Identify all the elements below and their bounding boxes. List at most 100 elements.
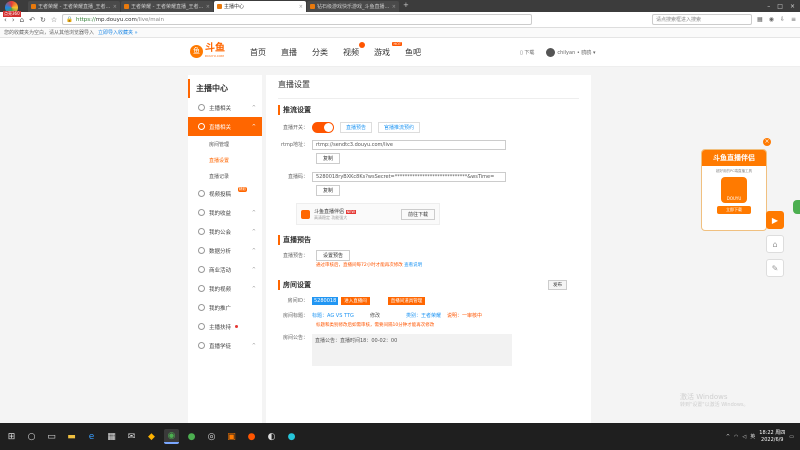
sidebar-item-video-upload[interactable]: 视频投稿 精彩 [188, 184, 262, 203]
tab-close-icon[interactable]: × [113, 4, 117, 10]
room-props-button[interactable]: 直播间道具管理 [387, 296, 426, 305]
nav-game[interactable]: 游戏 HOT [374, 42, 402, 58]
download-link[interactable]: ▯ 下载 [520, 49, 534, 56]
sidebar-item-promotion[interactable]: 我的推广 [188, 298, 262, 317]
url-input[interactable]: 🔒 https://mp.douyu.com/live/main [62, 14, 533, 25]
sidebar-item-support[interactable]: 主播扶持 [188, 317, 262, 336]
photos-icon[interactable]: ◆ [144, 429, 159, 444]
copy-rtmp-button[interactable]: 复制 [316, 153, 341, 164]
sidebar-sub-room[interactable]: 房间管理 [188, 136, 262, 152]
section-push: 推流设置 [278, 105, 579, 115]
nav-category[interactable]: 分类 [312, 47, 328, 58]
title-warning: 标题和类别修改后如需审核，需要间隔10分钟才能再次修改 [316, 323, 435, 328]
close-window-icon[interactable]: × [790, 3, 795, 10]
sidebar-title: 主播中心 [188, 79, 262, 98]
new-tab-button[interactable]: + [403, 1, 409, 12]
sidebar-item-analytics[interactable]: 数据分析 ^ [188, 241, 262, 260]
sidebar-sub-live-settings[interactable]: 直播设置 [188, 152, 262, 168]
sidebar-sub-live-records[interactable]: 直播记录 [188, 168, 262, 184]
task-view-icon[interactable]: ▭ [44, 429, 59, 444]
float-close-icon[interactable]: × [763, 138, 771, 146]
home-float-icon[interactable]: ⌂ [766, 235, 784, 253]
companion-float-card[interactable]: 斗鱼直播伴侣 超好用的PC端直播工具 DOUYU 立即下载 [701, 149, 767, 231]
tab-4[interactable]: 钻石级游戏快乐游戏_斗鱼直播... × [307, 1, 399, 12]
sidebar-item-my-video[interactable]: 我的视频 ^ [188, 279, 262, 298]
view-explanation-link[interactable]: 查看说明 [404, 263, 422, 268]
notice-field[interactable]: 直播公告：直播时间18：00-02：00 [312, 334, 512, 366]
float-download-button[interactable]: 立即下载 [717, 206, 751, 214]
extension-icon[interactable]: ▦ [757, 16, 763, 23]
browser-taskbar-icon[interactable]: ◉ [164, 429, 179, 444]
tab-2[interactable]: 王者荣耀 - 王者荣耀直播_王者... × [121, 1, 213, 12]
official-push-button[interactable]: 官播推流预约 [378, 122, 421, 133]
live-preview-button[interactable]: 直播预告 [340, 122, 373, 133]
enter-room-button[interactable]: 进入直播间 [341, 296, 370, 305]
companion-download-button[interactable]: 前往下载 [400, 208, 435, 220]
volume-icon[interactable]: ◁ [742, 434, 746, 440]
import-bookmarks-link[interactable]: 立即导入收藏夹 » [98, 29, 138, 36]
bookmark-star-icon[interactable]: ☆ [51, 16, 57, 24]
douyu-logo[interactable]: 鱼 斗鱼 DOUYU.COM [190, 44, 225, 58]
live-switch-toggle[interactable] [312, 122, 334, 133]
notification-icon[interactable]: ▭ [789, 434, 794, 440]
set-preview-button[interactable]: 设置预告 [316, 250, 351, 261]
nav-live[interactable]: 直播 [281, 47, 297, 58]
douyu-favicon-icon [310, 4, 315, 9]
maximize-icon[interactable]: □ [777, 3, 783, 10]
qq-icon[interactable]: ◎ [204, 429, 219, 444]
play-icon[interactable]: ▶ [766, 211, 784, 229]
copy-code-button[interactable]: 复制 [316, 185, 341, 196]
page-title: 直播设置 [278, 75, 579, 99]
tab-close-icon[interactable]: × [392, 4, 396, 10]
mail-icon[interactable]: ✉ [124, 429, 139, 444]
store-icon[interactable]: ▦ [104, 429, 119, 444]
feedback-icon[interactable]: ✎ [766, 259, 784, 277]
sidebar-item-anchor[interactable]: 主播相关 ^ [188, 98, 262, 117]
my-video-icon [198, 285, 205, 292]
folder-icon[interactable]: ▬ [64, 429, 79, 444]
web-search-input[interactable]: 请点搜索框进入搜索 [652, 14, 753, 25]
tab-close-icon[interactable]: × [299, 4, 303, 10]
wechat-icon[interactable]: ● [184, 429, 199, 444]
minimize-icon[interactable]: – [767, 3, 770, 10]
nav-fishbar[interactable]: 鱼吧 [405, 47, 421, 58]
bookmark-bar: 您的收藏夹为空白，请从其他浏览器导入 立即导入收藏夹 » [0, 28, 800, 38]
ime-icon[interactable]: 英 [750, 433, 755, 440]
tab-3[interactable]: 主播中心 × [214, 1, 306, 12]
edit-title-button[interactable]: 修改 [370, 312, 406, 319]
url-text: https://mp.douyu.com/live/main [75, 16, 165, 23]
app-icon[interactable]: ● [284, 429, 299, 444]
tab-1[interactable]: 王者荣耀 - 王者荣耀直播_王者... × [28, 1, 120, 12]
rtmp-field[interactable]: rtmp://sendtc3.douyu.com/live [312, 139, 506, 150]
download-icon[interactable]: ⇩ [780, 16, 785, 23]
sidebar-item-live[interactable]: 直播相关 ^ [188, 117, 262, 136]
network-icon[interactable]: ◠ [734, 434, 738, 440]
sidebar-item-business[interactable]: 商业活动 ^ [188, 260, 262, 279]
search-icon[interactable]: ○ [24, 429, 39, 444]
room-id-value[interactable]: 5280018 [312, 296, 339, 305]
windows-start-icon[interactable]: ⊞ [4, 429, 19, 444]
sidebar-item-apprentice[interactable]: 直播学徒 ^ [188, 336, 262, 355]
edge-icon[interactable]: e [84, 429, 99, 444]
tray-chevron-icon[interactable]: ^ [726, 434, 730, 440]
user-menu[interactable]: chilyan • 鸥鸥 ▾ [546, 48, 596, 57]
lock-icon: 🔒 [66, 16, 73, 23]
sidebar-item-guild[interactable]: 我的公会 ^ [188, 222, 262, 241]
window-controls: – □ × [767, 1, 800, 12]
clock[interactable]: 18:22 周四 2022/6/9 [759, 430, 785, 444]
douyu-taskbar-icon[interactable]: ● [244, 429, 259, 444]
undo-icon[interactable]: ↶ [29, 16, 35, 24]
publish-button[interactable]: 发布 [548, 280, 567, 290]
sidebar-item-income[interactable]: 我的收益 ^ [188, 203, 262, 222]
promotion-icon [198, 304, 205, 311]
nav-home[interactable]: 首页 [250, 47, 266, 58]
side-green-tab[interactable] [793, 200, 800, 214]
tab-close-icon[interactable]: × [206, 4, 210, 10]
menu-icon[interactable]: ≡ [791, 16, 796, 23]
obs-icon[interactable]: ◐ [264, 429, 279, 444]
nav-video[interactable]: 视频 [343, 42, 365, 58]
code-field[interactable]: 5280018ryBXKc8Ks?wsSecret=**************… [312, 171, 506, 182]
reload-icon[interactable]: ↻ [40, 16, 46, 24]
media-icon[interactable]: ▣ [224, 429, 239, 444]
user-icon[interactable]: ◉ [769, 16, 774, 23]
